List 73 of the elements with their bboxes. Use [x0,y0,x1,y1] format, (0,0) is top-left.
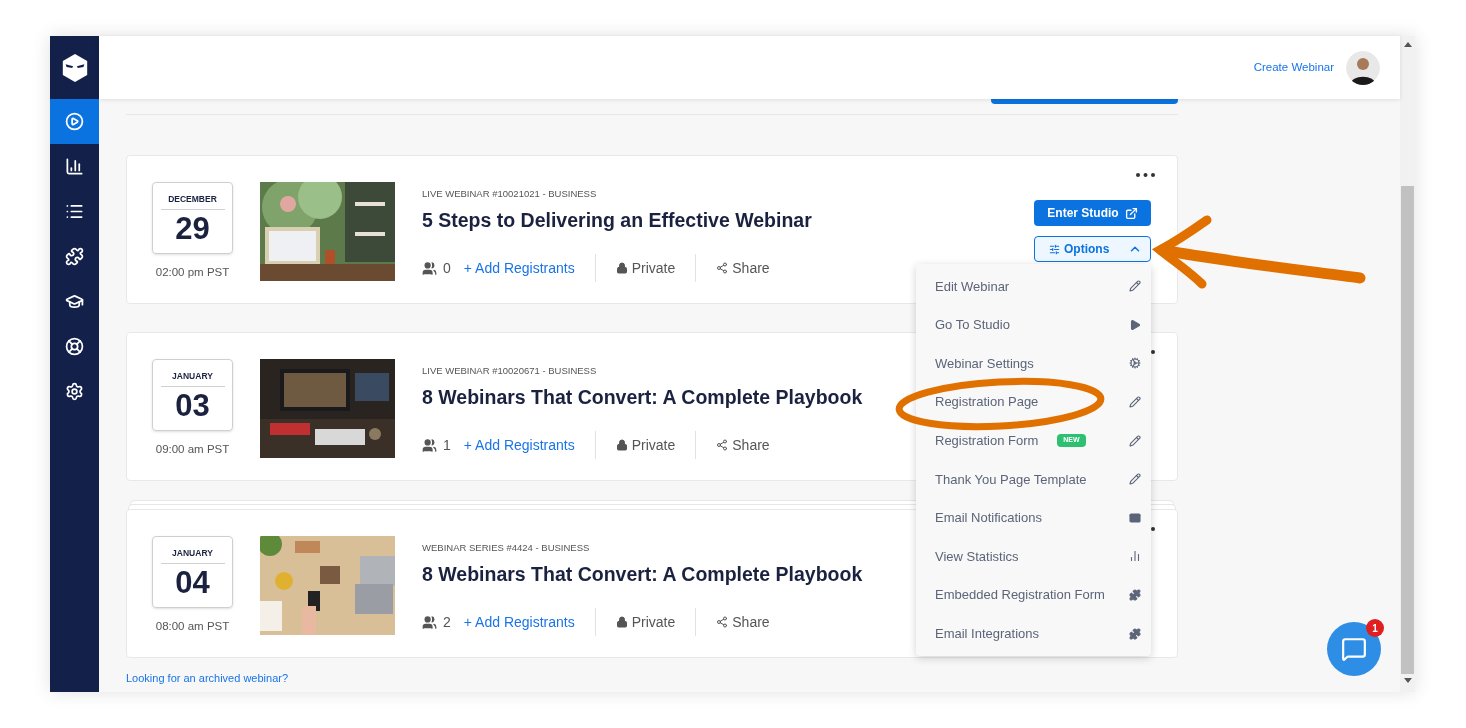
scrollbar-thumb[interactable] [1401,186,1414,674]
play-icon [1129,318,1141,331]
date-month: JANUARY [172,370,213,382]
menu-item[interactable]: Edit Webinar [916,267,1151,306]
people-icon [422,260,437,276]
gears-icon [1129,357,1141,370]
add-registrants-link[interactable]: + Add Registrants [463,434,575,456]
avatar[interactable] [1346,50,1380,85]
puzzle-icon [1129,627,1141,640]
date-day: 03 [175,387,210,425]
puzzle-icon [1129,589,1141,602]
bar-chart-icon [65,157,84,176]
sliders-icon [1049,243,1060,255]
date-month: DECEMBER [168,193,217,205]
share-link[interactable]: Share [716,611,770,633]
create-webinar-link[interactable]: Create Webinar [1253,58,1334,77]
add-registrants-link[interactable]: + Add Registrants [463,257,575,279]
lock-icon [615,616,628,628]
puzzle-icon [65,247,84,266]
pencil-icon [1129,434,1141,447]
scroll-down-icon[interactable] [1403,678,1412,683]
external-link-icon [1124,206,1138,220]
webinar-title: 8 Webinars That Convert: A Complete Playbook [422,385,863,409]
share-icon [716,616,729,628]
webinar-title: 8 Webinars That Convert: A Complete Playbook [422,562,863,586]
webinar-category: LIVE WEBINAR #10020671 - BUSINESS [422,365,598,377]
privacy-label: Private [631,258,676,278]
menu-item[interactable]: Registration Page [916,382,1151,422]
list-icon [65,202,84,221]
menu-item[interactable]: Thank You Page Template [916,459,1151,499]
people-icon [422,437,437,453]
people-icon [422,614,437,630]
settings-icon [65,382,84,401]
play-circle-icon [65,112,84,131]
menu-item[interactable]: Webinar Settings [916,344,1151,383]
date-month: JANUARY [172,547,213,559]
chat-icon [1341,636,1367,662]
add-registrants-link[interactable]: + Add Registrants [463,611,575,633]
lock-icon [615,439,628,451]
webinar-time: 02:00 pm PST [155,265,230,280]
registrant-count: 1 [443,435,451,455]
pencil-icon [1129,280,1141,293]
menu-item[interactable]: Email Notifications [916,498,1151,538]
pencil-icon [1129,473,1141,486]
menu-item[interactable]: View Statistics [916,537,1151,576]
enter-studio-button[interactable]: Enter Studio [1034,200,1151,226]
lock-icon [615,262,628,274]
options-dropdown[interactable]: Options [1034,236,1151,262]
share-link[interactable]: Share [716,434,770,456]
share-icon [716,439,729,451]
date-day: 29 [175,210,210,248]
webinar-time: 09:00 am PST [155,442,230,457]
share-icon [716,262,729,274]
webinar-title: 5 Steps to Delivering an Effective Webinar [422,208,812,232]
more-options-icon[interactable] [1136,173,1155,177]
menu-item[interactable]: Go To Studio [916,305,1151,345]
privacy-label: Private [631,612,676,632]
bar-chart-icon [1129,550,1141,563]
registrant-count: 2 [443,612,451,632]
menu-item[interactable]: Email Integrations [916,614,1151,653]
privacy-label: Private [631,435,676,455]
pencil-icon [1129,396,1141,409]
registrant-count: 0 [443,258,451,278]
webinar-time: 08:00 am PST [155,619,230,634]
webinar-category: LIVE WEBINAR #10021021 - BUSINESS [422,188,598,200]
share-link[interactable]: Share [716,257,770,279]
webinar-category: WEBINAR SERIES #4424 - BUSINESS [422,542,591,554]
graduation-cap-icon [65,292,84,311]
scroll-up-icon[interactable] [1403,42,1412,47]
lifebuoy-icon [65,337,84,356]
menu-item[interactable]: Embedded Registration Form [916,575,1151,615]
date-day: 04 [175,564,210,602]
archived-webinar-link[interactable]: Looking for an archived webinar? [126,670,1178,687]
